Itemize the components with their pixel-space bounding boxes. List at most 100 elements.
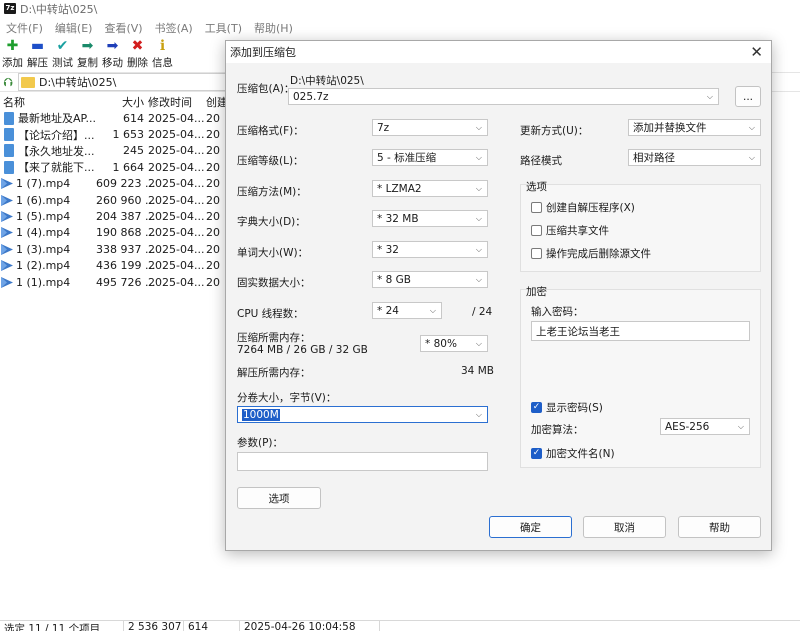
file-created: 20: [206, 177, 220, 191]
menu-edit[interactable]: 编辑(E): [49, 20, 99, 36]
chevron-down-icon: ⌵: [429, 306, 436, 315]
cpu-select[interactable]: * 24 ⌵: [372, 302, 442, 319]
update-select[interactable]: 添加并替换文件 ⌵: [628, 119, 761, 136]
file-row[interactable]: 1 (1).mp4 495 726 ... 2025-04... 20: [0, 274, 240, 290]
method-select[interactable]: * LZMA2 ⌵: [372, 180, 488, 197]
cpu-label: CPU 线程数：: [237, 308, 304, 320]
file-size: 495 726 ...: [96, 275, 156, 289]
document-file-icon: [4, 144, 14, 158]
extract-label: 解压: [27, 57, 48, 69]
file-created: 20: [206, 275, 220, 289]
status-bar: 选定 11 / 11 个项目 2 536 307 ... 614 2025-04…: [0, 620, 800, 631]
file-created: 20: [206, 259, 220, 273]
file-size: 190 868 ...: [96, 226, 156, 240]
file-row[interactable]: 【论坛介绍】... 1 653 2025-04... 20: [0, 126, 240, 142]
app-icon: 7z: [4, 3, 16, 14]
file-name-cell: 【论坛介绍】...: [0, 127, 96, 143]
shared-checkbox[interactable]: 压缩共享文件: [531, 223, 609, 238]
video-file-icon: [1, 260, 13, 272]
extract-button[interactable]: ▬ 解压: [25, 38, 50, 70]
info-label: 信息: [152, 57, 173, 69]
level-select[interactable]: 5 - 标准压缩 ⌵: [372, 149, 488, 166]
options-group-title: 选项: [526, 181, 547, 193]
file-modified: 2025-04...: [148, 144, 205, 158]
word-label: 单词大小(W)：: [237, 247, 309, 259]
solid-label: 固实数据大小：: [237, 277, 311, 289]
file-row[interactable]: 1 (6).mp4 260 960 ... 2025-04... 20: [0, 192, 240, 208]
menu-tools[interactable]: 工具(T): [199, 20, 248, 36]
word-select[interactable]: * 32 ⌵: [372, 241, 488, 258]
split-combo[interactable]: 1000M ⌵: [237, 406, 488, 423]
path-mode-select[interactable]: 相对路径 ⌵: [628, 149, 761, 166]
delete-button[interactable]: ✖ 删除: [125, 38, 150, 70]
column-name[interactable]: 名称: [0, 94, 96, 110]
address-input[interactable]: D:\中转站\025\: [18, 73, 258, 91]
sfx-checkbox[interactable]: 创建自解压程序(X): [531, 200, 635, 215]
file-name: 1 (6).mp4: [16, 193, 71, 207]
file-name: 最新地址及AP...: [18, 112, 96, 126]
level-value: 5 - 标准压缩: [377, 152, 437, 164]
file-modified: 2025-04...: [148, 275, 205, 289]
format-select[interactable]: 7z ⌵: [372, 119, 488, 136]
file-name-cell: 【来了就能下...: [0, 159, 96, 175]
file-row[interactable]: 1 (4).mp4 190 868 ... 2025-04... 20: [0, 225, 240, 241]
archive-dir: D:\中转站\025\: [290, 75, 364, 87]
params-input[interactable]: [237, 452, 488, 471]
password-input[interactable]: 上老王论坛当老王: [531, 321, 750, 341]
cancel-button[interactable]: 取消: [583, 516, 666, 538]
up-folder-icon[interactable]: ⮉: [0, 75, 16, 90]
archive-label: 压缩包(A)：: [237, 83, 295, 95]
file-row[interactable]: 最新地址及AP... 614 2025-04... 20: [0, 110, 240, 126]
file-created: 20: [206, 111, 220, 125]
file-name: 1 (5).mp4: [16, 210, 71, 224]
dict-select[interactable]: * 32 MB ⌵: [372, 210, 488, 227]
menu-bookmarks[interactable]: 书签(A): [149, 20, 199, 36]
delete-source-checkbox[interactable]: 操作完成后删除源文件: [531, 246, 651, 261]
status-selected: 选定 11 / 11 个项目: [0, 621, 124, 631]
copy-button[interactable]: ➡ 复制: [75, 38, 100, 70]
menu-help[interactable]: 帮助(H): [248, 20, 299, 36]
column-modified[interactable]: 修改时间: [148, 94, 206, 110]
column-created[interactable]: 创建: [206, 94, 226, 110]
info-button[interactable]: ℹ 信息: [150, 38, 175, 70]
help-button[interactable]: 帮助: [678, 516, 761, 538]
browse-button[interactable]: ...: [735, 86, 761, 107]
file-size: 436 199 ...: [96, 259, 156, 273]
mem-percent-select[interactable]: * 80% ⌵: [420, 335, 488, 352]
file-row[interactable]: 1 (7).mp4 609 223 ... 2025-04... 20: [0, 176, 240, 192]
file-row[interactable]: 1 (5).mp4 204 387 ... 2025-04... 20: [0, 208, 240, 224]
encrypt-names-checkbox[interactable]: ✓ 加密文件名(N): [531, 446, 615, 461]
add-button[interactable]: ✚ 添加: [0, 38, 25, 70]
file-modified: 2025-04...: [148, 210, 205, 224]
ok-button[interactable]: 确定: [489, 516, 572, 538]
status-size: 614: [184, 621, 240, 631]
test-button[interactable]: ✔ 测试: [50, 38, 75, 70]
move-icon: ➡: [106, 38, 119, 54]
file-size: 1 664: [112, 160, 145, 174]
file-name-cell: 1 (7).mp4: [0, 177, 96, 190]
file-row[interactable]: 【永久地址发... 245 2025-04... 20: [0, 143, 240, 159]
menu-file[interactable]: 文件(F): [0, 20, 49, 36]
close-icon[interactable]: ✕: [750, 43, 763, 61]
copy-label: 复制: [77, 57, 98, 69]
solid-select[interactable]: * 8 GB ⌵: [372, 271, 488, 288]
menu-view[interactable]: 查看(V): [98, 20, 148, 36]
file-row[interactable]: 1 (3).mp4 338 937 ... 2025-04... 20: [0, 241, 240, 257]
file-modified: 2025-04...: [148, 128, 205, 142]
chevron-down-icon: ⌵: [748, 153, 755, 162]
enc-method-select[interactable]: AES-256 ⌵: [660, 418, 750, 435]
move-button[interactable]: ➡ 移动: [100, 38, 125, 70]
split-value: 1000M: [242, 408, 280, 421]
file-row[interactable]: 【来了就能下... 1 664 2025-04... 20: [0, 159, 240, 175]
encryption-group-title: 加密: [526, 286, 547, 298]
file-name: 1 (4).mp4: [16, 226, 71, 240]
chevron-down-icon: ⌵: [475, 184, 482, 193]
options-button[interactable]: 选项: [237, 487, 321, 509]
column-size[interactable]: 大小: [96, 94, 148, 110]
file-created: 20: [206, 128, 220, 142]
archive-name-combo[interactable]: 025.7z ⌵: [288, 88, 719, 105]
show-password-checkbox[interactable]: ✓ 显示密码(S): [531, 400, 603, 415]
status-total: 2 536 307 ...: [124, 621, 184, 631]
chevron-down-icon: ⌵: [748, 123, 755, 132]
file-row[interactable]: 1 (2).mp4 436 199 ... 2025-04... 20: [0, 258, 240, 274]
